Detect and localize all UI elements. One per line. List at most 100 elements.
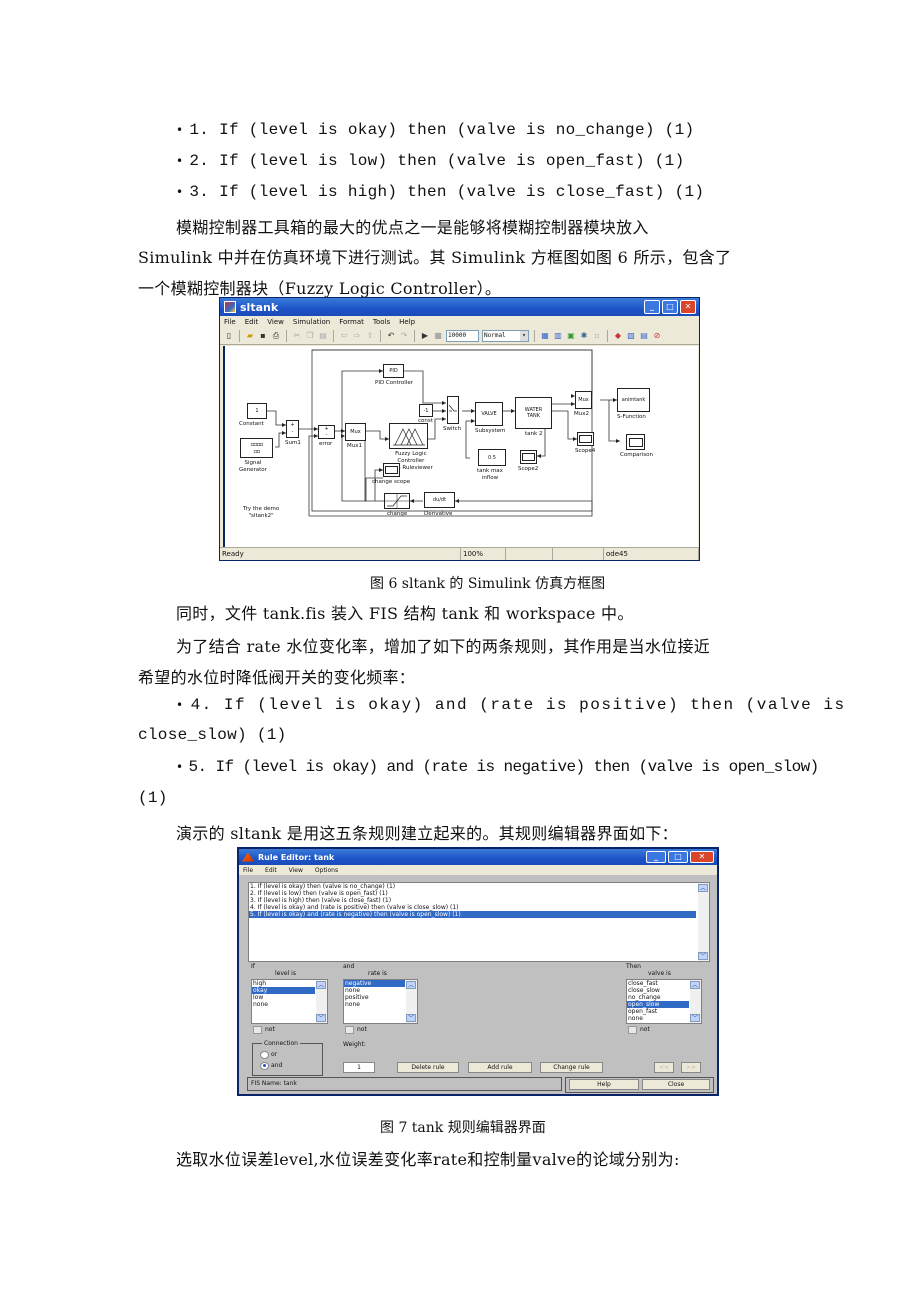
demo-note[interactable]: Try the demo "sltank2" xyxy=(243,506,279,520)
error-sum-block[interactable]: + - xyxy=(318,425,335,439)
sim-mode-select[interactable]: Normal xyxy=(482,330,529,342)
save-icon[interactable]: ▪ xyxy=(258,331,268,341)
print-icon[interactable]: ⎙ xyxy=(271,331,281,341)
model-canvas[interactable]: 1 Constant ▫▫▫▫ ▫▫ Signal Generator + - S… xyxy=(223,346,698,547)
scrollbar[interactable]: ︿ ﹀ xyxy=(316,980,327,1023)
menu-view[interactable]: View xyxy=(289,867,303,874)
close-button[interactable]: ✕ xyxy=(680,300,696,314)
rule-item[interactable]: 2. If (level is low) then (valve is open… xyxy=(249,890,709,897)
previous-button[interactable]: << xyxy=(654,1062,674,1073)
change-rule-button[interactable]: Change rule xyxy=(540,1062,603,1073)
switch-block[interactable] xyxy=(447,396,459,424)
new-icon[interactable]: ▯ xyxy=(224,331,234,341)
rate-listbox[interactable]: negative none positive none ︿ ﹀ xyxy=(343,979,418,1024)
play-icon[interactable]: ▶ xyxy=(420,331,430,341)
scrollbar[interactable]: ︿ ﹀ xyxy=(406,980,417,1023)
diagnostics-icon[interactable]: ▧ xyxy=(626,331,636,341)
stop-icon[interactable]: ■ xyxy=(433,331,443,341)
scroll-down-icon[interactable]: ﹀ xyxy=(690,1014,700,1022)
scrollbar[interactable]: ︿ ﹀ xyxy=(698,883,709,961)
menu-help[interactable]: Help xyxy=(399,318,415,326)
menu-format[interactable]: Format xyxy=(339,318,364,326)
help-icon[interactable]: ⊘ xyxy=(652,331,662,341)
scope4-block[interactable] xyxy=(577,432,594,446)
animtank-sfunction-block[interactable]: animtank xyxy=(617,388,650,412)
cut-icon[interactable]: ✂ xyxy=(292,331,302,341)
menu-edit[interactable]: Edit xyxy=(245,318,259,326)
menu-file[interactable]: File xyxy=(224,318,236,326)
paste-icon[interactable]: ▤ xyxy=(318,331,328,341)
mux2-block[interactable]: Mux xyxy=(575,391,592,409)
rule-item-selected[interactable]: 5. If (level is okay) and (rate is negat… xyxy=(249,911,696,918)
tank-max-inflow-block[interactable]: 0.5 xyxy=(478,449,506,466)
undo-icon[interactable]: ↶ xyxy=(386,331,396,341)
level-not-checkbox[interactable] xyxy=(253,1026,262,1034)
library-icon[interactable]: ▦ xyxy=(540,331,550,341)
help-button[interactable]: Help xyxy=(569,1079,639,1090)
change-saturation-block[interactable] xyxy=(384,493,410,509)
scrollbar[interactable]: ︿ ﹀ xyxy=(690,980,701,1023)
rule-item[interactable]: 3. If (level is high) then (valve is clo… xyxy=(249,897,709,904)
scroll-down-icon[interactable]: ﹀ xyxy=(316,1014,326,1022)
menu-tools[interactable]: Tools xyxy=(373,318,390,326)
minimize-button[interactable]: _ xyxy=(644,300,660,314)
scroll-down-icon[interactable]: ﹀ xyxy=(698,952,708,960)
connection-and-radio[interactable] xyxy=(260,1062,269,1070)
rule-item[interactable]: 1. If (level is okay) then (valve is no_… xyxy=(249,883,709,890)
change-scope-block[interactable] xyxy=(383,463,400,477)
menu-options[interactable]: Options xyxy=(315,867,338,874)
browser-icon[interactable]: ◆ xyxy=(613,331,623,341)
menu-edit[interactable]: Edit xyxy=(265,867,277,874)
settings-icon[interactable]: ▫ xyxy=(592,331,602,341)
rules-listbox[interactable]: 1. If (level is okay) then (valve is no_… xyxy=(248,882,710,962)
valve-option-selected[interactable]: open_slow xyxy=(627,1001,689,1008)
copy-icon[interactable]: ❐ xyxy=(305,331,315,341)
refresh-icon[interactable]: ▤ xyxy=(639,331,649,341)
scroll-down-icon[interactable]: ﹀ xyxy=(406,1014,416,1022)
rule-item[interactable]: 4. If (level is okay) and (rate is posit… xyxy=(249,904,709,911)
signal-generator-block[interactable]: ▫▫▫▫ ▫▫ xyxy=(240,438,273,458)
debug-icon[interactable]: ▣ xyxy=(566,331,576,341)
open-icon[interactable]: ▰ xyxy=(245,331,255,341)
close-dialog-button[interactable]: Close xyxy=(642,1079,710,1090)
sum1-block[interactable]: + - xyxy=(286,420,299,438)
scroll-up-icon[interactable]: ︿ xyxy=(316,981,326,989)
pid-controller-block[interactable]: PID xyxy=(383,364,404,378)
close-button[interactable]: ✕ xyxy=(690,851,714,863)
redo-icon[interactable]: ↷ xyxy=(399,331,409,341)
const-block[interactable]: -1 xyxy=(419,404,433,417)
constant-block[interactable]: 1 xyxy=(247,403,267,419)
scope2-block[interactable] xyxy=(520,450,537,464)
back-icon[interactable]: ⇦ xyxy=(339,331,349,341)
valve-not-checkbox[interactable] xyxy=(628,1026,637,1034)
minimize-button[interactable]: _ xyxy=(646,851,666,863)
add-rule-button[interactable]: Add rule xyxy=(468,1062,532,1073)
level-option-selected[interactable]: okay xyxy=(252,987,315,994)
scroll-up-icon[interactable]: ︿ xyxy=(698,884,708,892)
level-listbox[interactable]: high okay low none ︿ ﹀ xyxy=(251,979,328,1024)
menu-view[interactable]: View xyxy=(267,318,284,326)
maximize-button[interactable]: □ xyxy=(662,300,678,314)
build-icon[interactable]: ✱ xyxy=(579,331,589,341)
comparison-scope-block[interactable] xyxy=(626,434,645,450)
valve-subsystem-block[interactable]: VALVE xyxy=(475,402,503,426)
derivative-block[interactable]: du/dt xyxy=(424,492,455,508)
mux1-block[interactable]: Mux xyxy=(345,423,366,441)
water-tank-block[interactable]: WATER TANK xyxy=(515,397,552,429)
scroll-up-icon[interactable]: ︿ xyxy=(406,981,416,989)
rate-not-checkbox[interactable] xyxy=(345,1026,354,1034)
next-button[interactable]: >> xyxy=(681,1062,701,1073)
stop-time-input[interactable]: 10000 xyxy=(446,330,479,342)
weight-input[interactable]: 1 xyxy=(343,1062,375,1073)
rate-option-selected[interactable]: negative xyxy=(344,980,405,987)
fuzzy-logic-controller-block[interactable] xyxy=(389,423,428,449)
model-explorer-icon[interactable]: ▥ xyxy=(553,331,563,341)
delete-rule-button[interactable]: Delete rule xyxy=(397,1062,459,1073)
connection-or-radio[interactable] xyxy=(260,1051,269,1059)
up-icon[interactable]: ⇧ xyxy=(365,331,375,341)
forward-icon[interactable]: ⇨ xyxy=(352,331,362,341)
maximize-button[interactable]: □ xyxy=(668,851,688,863)
menu-file[interactable]: File xyxy=(243,867,253,874)
menu-simulation[interactable]: Simulation xyxy=(293,318,330,326)
scroll-up-icon[interactable]: ︿ xyxy=(690,981,700,989)
